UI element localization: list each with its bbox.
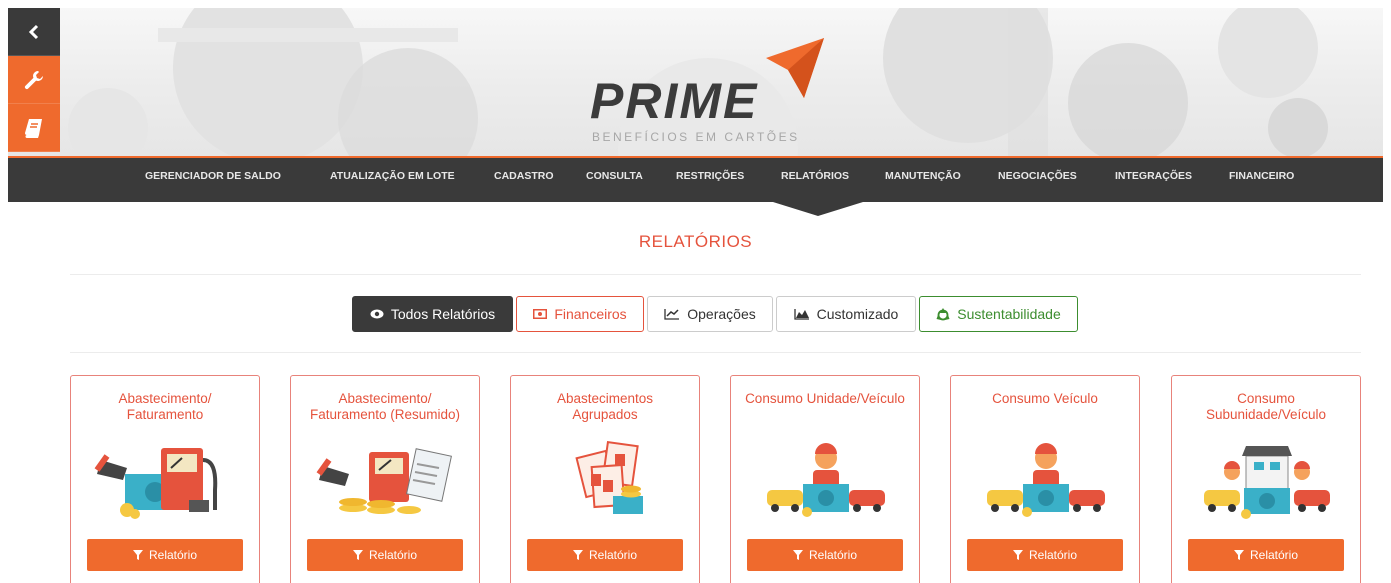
report-card-title: Abastecimento/ Faturamento (Resumido) — [309, 391, 461, 422]
fuel-pump-coins-illustration — [316, 448, 452, 514]
report-button[interactable]: Relatório — [967, 539, 1123, 571]
report-button-label: Relatório — [588, 548, 638, 562]
filter-todos-relatorios-button[interactable]: Todos Relatórios — [352, 296, 513, 332]
filter-label: Operações — [687, 306, 756, 322]
filter-icon — [1012, 550, 1023, 560]
report-button[interactable]: Relatório — [527, 539, 683, 571]
money-icon — [533, 309, 548, 319]
recycle-icon — [936, 308, 950, 321]
page-title: RELATÓRIOS — [638, 232, 753, 251]
report-card-title: Abastecimentos Agrupados — [556, 391, 654, 422]
nav-restricoes[interactable]: RESTRIÇÕES — [676, 158, 744, 202]
arrow-logo-icon — [766, 38, 824, 98]
filter-label: Customizado — [816, 306, 899, 322]
main-navigation: GERENCIADOR DE SALDO ATUALIZAÇÃO EM LOTE… — [8, 156, 1383, 216]
collapse-button[interactable] — [8, 8, 60, 56]
line-chart-icon — [664, 309, 680, 320]
nav-relatorios[interactable]: RELATÓRIOS — [781, 158, 849, 202]
filter-icon — [1233, 550, 1244, 560]
report-card-title: Consumo Subunidade/Veículo — [1205, 391, 1327, 422]
filter-icon — [352, 550, 363, 560]
logo-wordmark: PRIME — [590, 73, 759, 129]
hero-banner: PRIME BENEFÍCIOS EM CARTÕES — [8, 8, 1383, 156]
page: PRIME BENEFÍCIOS EM CARTÕES GERENCIADOR — [0, 0, 1391, 583]
divider — [70, 274, 1361, 275]
manual-button[interactable] — [8, 104, 60, 152]
report-card: Abastecimento/ Faturamento Relatório — [70, 375, 260, 583]
divider — [70, 352, 1361, 353]
driver-cars-illustration — [767, 443, 885, 517]
nav-negociacoes[interactable]: NEGOCIAÇÕES — [998, 158, 1077, 202]
report-button[interactable]: Relatório — [1188, 539, 1344, 571]
filter-customizado-button[interactable]: Customizado — [776, 296, 916, 332]
report-button[interactable]: Relatório — [307, 539, 463, 571]
side-toolbar — [8, 8, 60, 152]
report-button-label: Relatório — [368, 548, 418, 562]
filter-label: Financeiros — [554, 306, 627, 322]
report-button-label: Relatório — [1028, 548, 1078, 562]
chevron-left-icon — [28, 24, 39, 39]
filter-sustentabilidade-button[interactable]: Sustentabilidade — [919, 296, 1078, 332]
report-button[interactable]: Relatório — [747, 539, 903, 571]
report-card-title: Consumo Veículo — [992, 391, 1098, 406]
filter-label: Sustentabilidade — [957, 306, 1061, 322]
report-card: Abastecimento/ Faturamento (Resumido) Re… — [290, 375, 480, 583]
report-card: Abastecimentos Agrupados Relatório — [510, 375, 700, 583]
report-card: Consumo Veículo Relatório — [950, 375, 1140, 583]
report-button-label: Relatório — [1249, 548, 1299, 562]
store-cars-illustration — [1204, 446, 1330, 519]
active-nav-indicator — [773, 202, 863, 216]
nav-gerenciador-de-saldo[interactable]: GERENCIADOR DE SALDO — [145, 158, 281, 202]
nav-consulta[interactable]: CONSULTA — [586, 158, 643, 202]
fuel-pump-money-illustration — [94, 448, 218, 519]
driver-cars-illustration — [987, 443, 1105, 517]
nav-financeiro[interactable]: FINANCEIRO — [1229, 158, 1294, 202]
report-card: Consumo Unidade/Veículo Relatório — [730, 375, 920, 583]
filter-label: Todos Relatórios — [390, 306, 496, 322]
logo-tagline: BENEFÍCIOS EM CARTÕES — [592, 130, 800, 144]
prime-logo[interactable]: PRIME BENEFÍCIOS EM CARTÕES — [590, 38, 830, 150]
filter-financeiros-button[interactable]: Financeiros — [516, 296, 644, 332]
book-icon — [25, 118, 42, 138]
report-button[interactable]: Relatório — [87, 539, 243, 571]
area-chart-icon — [793, 309, 809, 320]
report-card: Consumo Subunidade/Veículo Relatório — [1171, 375, 1361, 583]
eye-icon — [370, 309, 384, 319]
nav-cadastro[interactable]: CADASTRO — [494, 158, 554, 202]
report-card-title: Consumo Unidade/Veículo — [745, 391, 905, 406]
report-button-label: Relatório — [148, 548, 198, 562]
filter-icon — [792, 550, 803, 560]
grouped-documents-illustration — [575, 440, 643, 514]
wrench-icon — [24, 70, 43, 89]
filter-operacoes-button[interactable]: Operações — [647, 296, 773, 332]
nav-integracoes[interactable]: INTEGRAÇÕES — [1115, 158, 1192, 202]
nav-atualizacao-em-lote[interactable]: ATUALIZAÇÃO EM LOTE — [330, 158, 455, 202]
nav-manutencao[interactable]: MANUTENÇÃO — [885, 158, 961, 202]
tools-button[interactable] — [8, 56, 60, 104]
filter-icon — [132, 550, 143, 560]
filter-icon — [572, 550, 583, 560]
report-card-title: Abastecimento/ Faturamento — [118, 391, 212, 422]
report-button-label: Relatório — [808, 548, 858, 562]
